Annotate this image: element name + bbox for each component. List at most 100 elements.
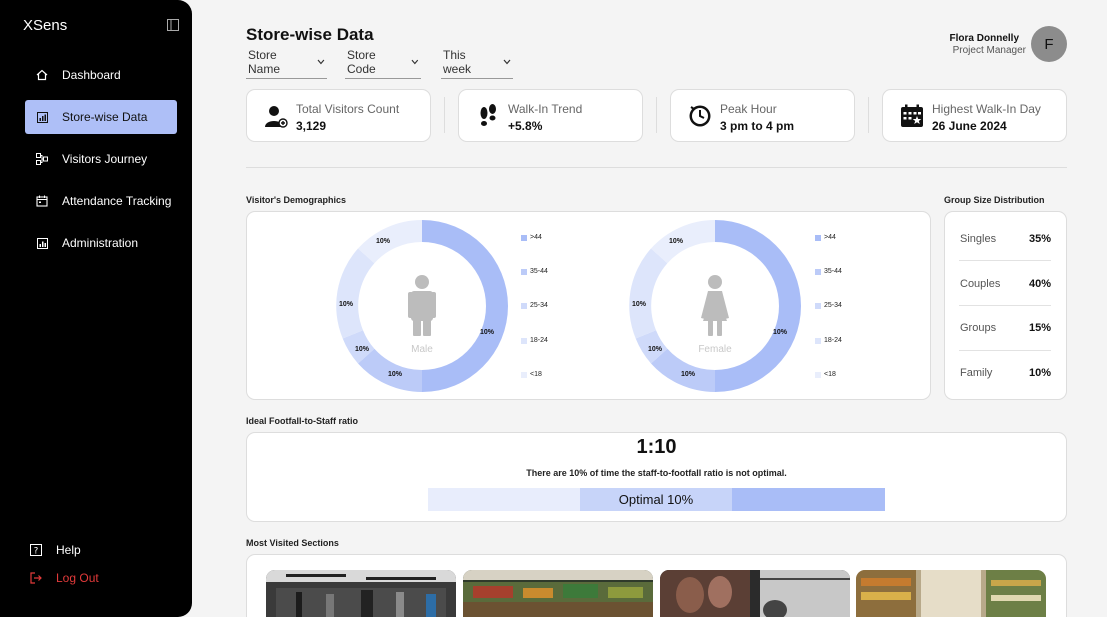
group-value-singles: 35% xyxy=(1028,233,1051,245)
footfall-ratio: 1:10 xyxy=(636,436,677,458)
sidebar-item-attendance-tracking[interactable]: Attendance Tracking xyxy=(25,184,177,218)
group-value-couples: 40% xyxy=(1028,278,1051,290)
kpi-value: 26 June 2024 xyxy=(932,119,1007,133)
calendar-star-icon xyxy=(901,104,923,127)
sidebar-item-label: Attendance Tracking xyxy=(62,194,172,208)
kpi-card-total-visitors: Total Visitors Count 3,129 xyxy=(246,89,431,142)
male-label-25-34: 10% xyxy=(355,346,370,353)
group-label-singles: Singles xyxy=(960,233,997,245)
bar-chart-icon xyxy=(35,110,49,124)
avatar[interactable]: F xyxy=(1031,26,1067,62)
legend-item-lt18: <18 xyxy=(815,371,836,378)
section-divider xyxy=(246,167,1067,168)
male-label-18-24: 10% xyxy=(339,301,354,308)
svg-text:?: ? xyxy=(34,546,39,556)
sidebar-collapse-icon[interactable] xyxy=(167,19,179,31)
logout-label: Log Out xyxy=(56,571,99,585)
row-divider xyxy=(959,350,1051,351)
chevron-down-icon xyxy=(503,59,511,65)
female-label-25-34: 10% xyxy=(648,346,663,353)
store-name-dropdown[interactable]: Store Name xyxy=(246,47,327,79)
ratio-bar-label: Optimal 10% xyxy=(618,492,694,507)
male-donut-chart xyxy=(336,220,508,392)
period-dropdown[interactable]: This week xyxy=(441,47,513,79)
chevron-down-icon xyxy=(411,59,419,65)
ratio-bar-low xyxy=(428,488,580,511)
footfall-note: There are 10% of time the staff-to-footf… xyxy=(526,468,787,478)
kpi-value: 3,129 xyxy=(296,119,327,133)
female-segment-18-24 xyxy=(629,248,668,339)
sidebar-item-visitors-journey[interactable]: Visitors Journey xyxy=(25,142,177,176)
help-icon: ? xyxy=(30,544,42,556)
legend-item-25-34: 25-34 xyxy=(815,302,842,309)
section-photo-apparel[interactable] xyxy=(266,570,456,617)
help-link[interactable]: ? Help xyxy=(30,543,81,557)
female-label-35-44: 10% xyxy=(681,371,696,378)
user-name: Flora Donnelly xyxy=(949,33,1019,44)
kpi-label: Total Visitors Count xyxy=(296,102,400,116)
kpi-label: Walk-In Trend xyxy=(508,102,583,116)
legend-item-gt44: >44 xyxy=(815,234,836,241)
female-label-18-24: 10% xyxy=(632,301,647,308)
home-icon xyxy=(35,68,49,82)
kpi-label: Highest Walk-In Day xyxy=(932,102,1041,116)
group-label-groups: Groups xyxy=(960,322,997,334)
kpi-value: 3 pm to 4 pm xyxy=(720,119,795,133)
sidebar-item-label: Store-wise Data xyxy=(62,110,148,124)
visitor-icon xyxy=(265,106,288,128)
sidebar-item-administration[interactable]: Administration xyxy=(25,226,177,260)
store-code-dropdown[interactable]: Store Code xyxy=(345,47,421,79)
sidebar: XSens Dashboard Store-wise Data Visitors… xyxy=(0,0,192,617)
male-figure-icon xyxy=(408,275,436,336)
female-label-lt18: 10% xyxy=(669,238,684,245)
ratio-bar-high xyxy=(732,488,885,511)
sidebar-item-dashboard[interactable]: Dashboard xyxy=(25,58,177,92)
kpi-card-highest-walk-in-day: Highest Walk-In Day 26 June 2024 xyxy=(882,89,1067,142)
sidebar-item-label: Visitors Journey xyxy=(62,152,148,166)
divider xyxy=(444,97,445,133)
legend-item-25-34: 25-34 xyxy=(521,302,548,309)
legend-item-lt18: <18 xyxy=(521,371,542,378)
sidebar-item-label: Administration xyxy=(62,236,139,250)
kpi-card-peak-hour: Peak Hour 3 pm to 4 pm xyxy=(670,89,855,142)
period-label: This week xyxy=(443,48,472,76)
male-label-lt18: 10% xyxy=(376,238,391,245)
group-label-family: Family xyxy=(960,367,993,379)
group-value-groups: 15% xyxy=(1028,322,1051,334)
female-segment-gt44 xyxy=(715,220,801,392)
divider xyxy=(868,97,869,133)
chevron-down-icon xyxy=(317,59,325,65)
group-size-title: Group Size Distribution xyxy=(944,195,1045,205)
female-caption: Female xyxy=(698,344,732,355)
user-role: Project Manager xyxy=(952,45,1026,56)
section-photo-aisle[interactable] xyxy=(856,570,1046,617)
legend-item-18-24: 18-24 xyxy=(521,337,548,344)
sidebar-item-store-wise-data[interactable]: Store-wise Data xyxy=(25,100,177,134)
footprints-icon xyxy=(480,104,496,126)
store-name-label: Store Name xyxy=(248,48,281,76)
legend-item-35-44: 35-44 xyxy=(815,268,842,275)
brand-logo: XSens xyxy=(23,17,68,34)
store-code-label: Store Code xyxy=(347,48,376,76)
male-caption: Male xyxy=(411,344,433,355)
demographics-title: Visitor's Demographics xyxy=(246,195,347,205)
legend-item-35-44: 35-44 xyxy=(521,268,548,275)
page-title: Store-wise Data xyxy=(246,25,374,44)
footfall-title: Ideal Footfall-to-Staff ratio xyxy=(246,416,358,426)
kpi-label: Peak Hour xyxy=(720,102,777,116)
section-photo-grocery[interactable] xyxy=(463,570,653,617)
male-label-35-44: 10% xyxy=(388,371,403,378)
group-label-couples: Couples xyxy=(960,278,1001,290)
female-figure-icon xyxy=(701,275,729,336)
section-photo-fashion[interactable] xyxy=(660,570,850,617)
female-label-gt44: 10% xyxy=(773,329,788,336)
row-divider xyxy=(959,260,1051,261)
logout-icon xyxy=(30,572,42,584)
sections-title: Most Visited Sections xyxy=(246,538,339,548)
group-value-family: 10% xyxy=(1028,367,1051,379)
divider xyxy=(656,97,657,133)
help-label: Help xyxy=(56,543,81,557)
admin-chart-icon xyxy=(35,236,49,250)
row-divider xyxy=(959,305,1051,306)
logout-link[interactable]: Log Out xyxy=(30,571,99,585)
